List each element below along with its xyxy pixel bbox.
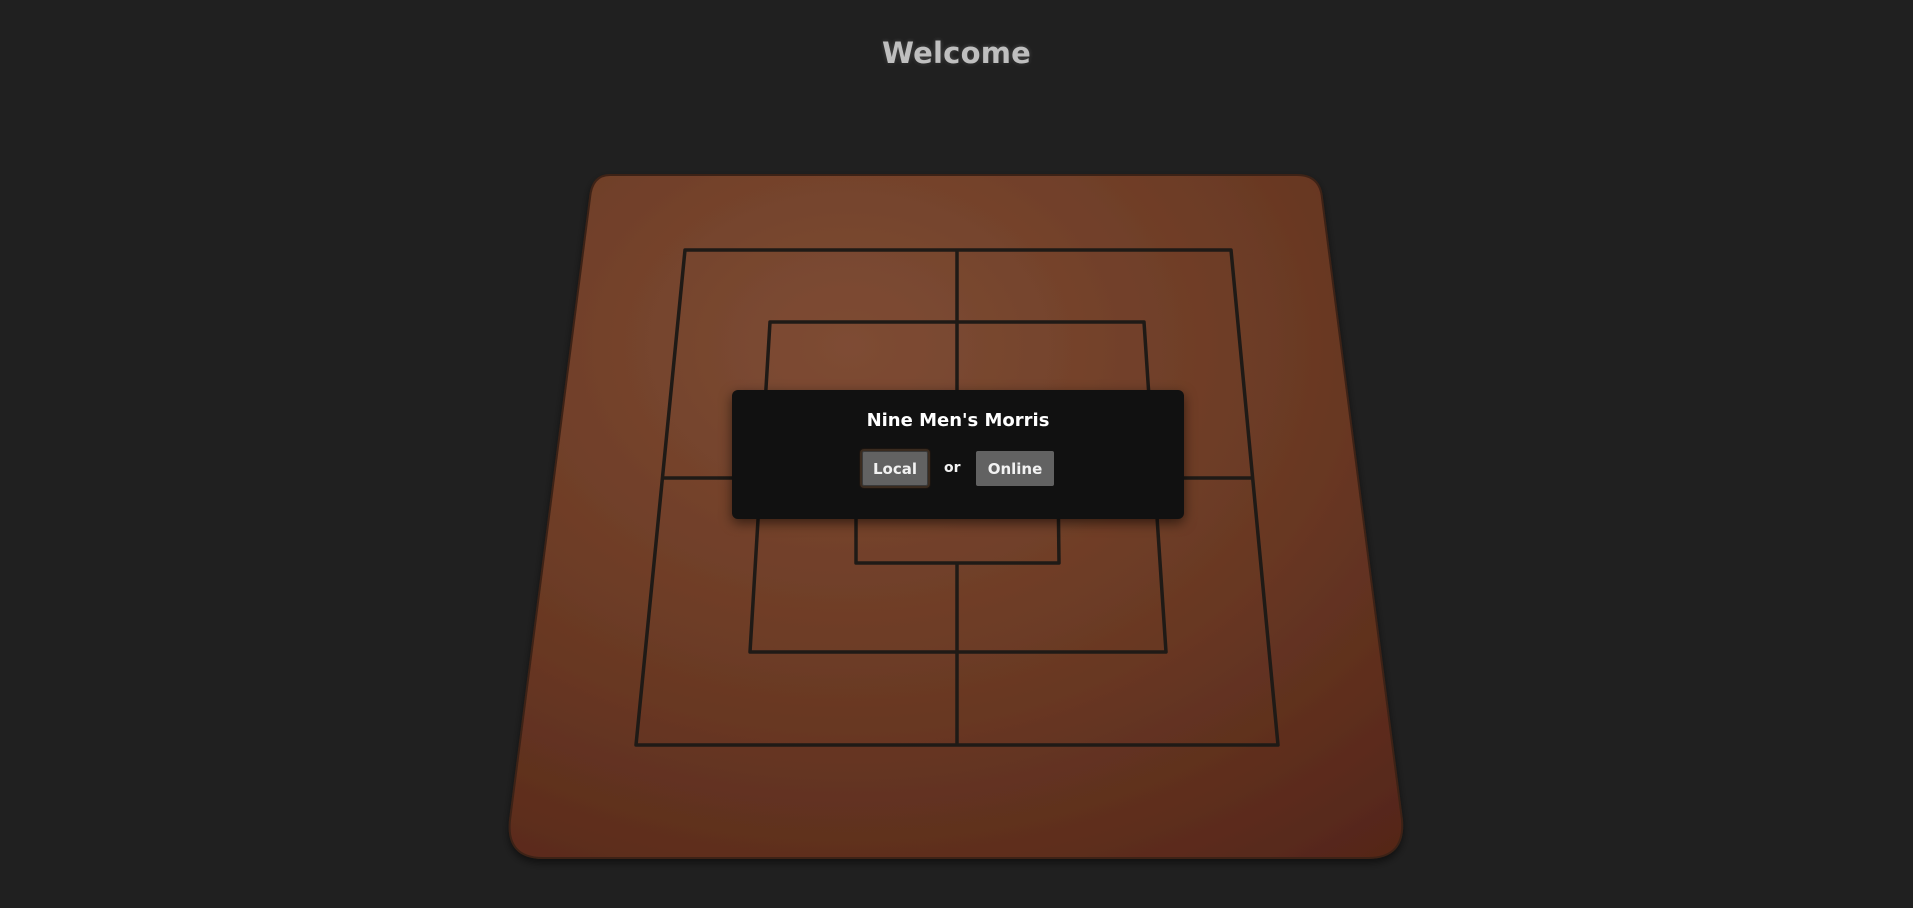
or-separator: or bbox=[944, 460, 961, 476]
page: Welcome Nine Men's Morris Local or Onlin… bbox=[0, 0, 1913, 908]
dialog-title: Nine Men's Morris bbox=[866, 410, 1050, 431]
local-button[interactable]: Local bbox=[860, 449, 930, 488]
page-title: Welcome bbox=[882, 36, 1031, 70]
game-mode-dialog: Nine Men's Morris Local or Online bbox=[732, 390, 1184, 519]
online-button[interactable]: Online bbox=[976, 451, 1054, 486]
